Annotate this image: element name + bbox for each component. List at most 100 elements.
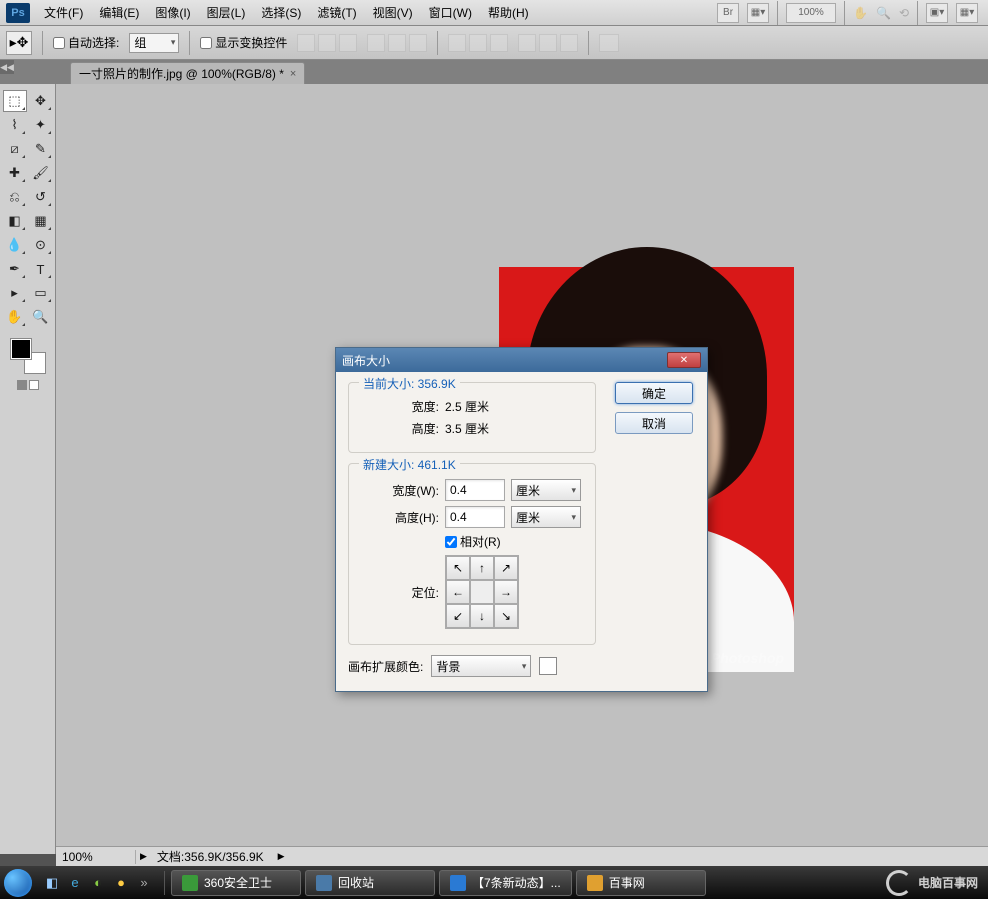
menu-file[interactable]: 文件(F) (36, 0, 91, 25)
extension-color-label: 画布扩展颜色: (348, 658, 423, 675)
distribute-buttons-2 (518, 34, 578, 52)
menu-image[interactable]: 图像(I) (147, 0, 198, 25)
lasso-tool[interactable]: ⌇ (3, 114, 27, 136)
dialog-close-button[interactable]: ✕ (667, 352, 701, 368)
anchor-nw[interactable]: ↖ (446, 556, 470, 580)
current-size-legend: 当前大小: 356.9K (359, 375, 460, 392)
menu-window[interactable]: 窗口(W) (421, 0, 480, 25)
anchor-sw[interactable]: ↙ (446, 604, 470, 628)
width-unit-select[interactable]: 厘米 (511, 479, 581, 501)
distribute-buttons-1 (448, 34, 508, 52)
move-tool[interactable]: ✥ (29, 90, 53, 112)
extension-color-select[interactable]: 背景 (431, 655, 531, 677)
auto-select-checkbox[interactable]: 自动选择: (53, 34, 119, 51)
document-tab[interactable]: 一寸照片的制作.jpg @ 100%(RGB/8) * × (70, 62, 305, 84)
rotate-icon[interactable]: ⟲ (899, 6, 909, 20)
windows-taskbar: ◧ e ◐ ● » 360安全卫士 回收站 【7条新动态】... 百事网 电脑百… (0, 866, 988, 899)
anchor-grid[interactable]: ↖ ↑ ↗ ← → ↙ ↓ ↘ (445, 555, 519, 629)
align-top[interactable] (297, 34, 315, 52)
show-transform-checkbox[interactable]: 显示变换控件 (200, 34, 287, 51)
gradient-tool[interactable]: ▦ (29, 210, 53, 232)
height-unit-select[interactable]: 厘米 (511, 506, 581, 528)
start-button[interactable] (0, 866, 36, 899)
status-bar: 100% ▶ 文档:356.9K/356.9K ▶ (56, 846, 988, 866)
auto-select-target[interactable]: 组 (129, 33, 179, 53)
task-recycle-bin[interactable]: 回收站 (305, 870, 435, 896)
zoom-tool[interactable]: 🔍 (29, 306, 53, 328)
document-tab-title: 一寸照片的制作.jpg @ 100%(RGB/8) * (79, 65, 284, 82)
cancel-button[interactable]: 取消 (615, 412, 693, 434)
eyedropper-tool[interactable]: ✎ (29, 138, 53, 160)
status-zoom[interactable]: 100% (56, 850, 136, 864)
menu-select[interactable]: 选择(S) (253, 0, 309, 25)
menu-bar: Ps 文件(F) 编辑(E) 图像(I) 图层(L) 选择(S) 滤镜(T) 视… (0, 0, 988, 26)
path-select-tool[interactable]: ▸ (3, 282, 27, 304)
current-size-group: 当前大小: 356.9K 宽度:2.5 厘米 高度:3.5 厘米 (348, 382, 596, 453)
screen-mode-button[interactable]: ▣▾ (926, 3, 948, 23)
dialog-title: 画布大小 (342, 352, 390, 369)
status-menu-icon[interactable]: ▶ (140, 851, 147, 862)
menu-filter[interactable]: 滤镜(T) (309, 0, 364, 25)
brush-tool[interactable]: 🖌 (29, 162, 53, 184)
marquee-tool[interactable]: ⬚ (3, 90, 27, 112)
relative-checkbox[interactable]: 相对(R) (445, 533, 501, 550)
hand-tool[interactable]: ✋ (3, 306, 27, 328)
auto-align-button[interactable] (599, 34, 619, 52)
blur-tool[interactable]: 💧 (3, 234, 27, 256)
close-tab-icon[interactable]: × (290, 68, 296, 80)
ok-button[interactable]: 确定 (615, 382, 693, 404)
canvas-area: Adobe Photoshop 画布大小 ✕ 确定 取消 当前大小: 356.9… (56, 84, 988, 854)
ql-icon-3[interactable]: ◐ (88, 872, 108, 894)
menu-view[interactable]: 视图(V) (365, 0, 421, 25)
type-tool[interactable]: T (29, 258, 53, 280)
quick-mask-toggle[interactable] (17, 380, 39, 390)
film-button[interactable]: ▦▾ (747, 3, 769, 23)
menu-help[interactable]: 帮助(H) (480, 0, 537, 25)
ql-ie-icon[interactable]: e (65, 872, 85, 894)
site-watermark: 电脑百事网 (886, 870, 988, 896)
heal-tool[interactable]: ✚ (3, 162, 27, 184)
anchor-se[interactable]: ↘ (494, 604, 518, 628)
ql-icon-1[interactable]: ◧ (42, 872, 62, 894)
align-buttons-1 (297, 34, 357, 52)
anchor-w[interactable]: ← (446, 580, 470, 604)
collapse-panels-icon[interactable]: ◀◀ (0, 60, 14, 74)
magic-wand-tool[interactable]: ✦ (29, 114, 53, 136)
move-tool-icon[interactable]: ▸✥ (6, 31, 32, 55)
dodge-tool[interactable]: ⊙ (29, 234, 53, 256)
zoom-level[interactable]: 100% (786, 3, 836, 23)
task-360[interactable]: 360安全卫士 (171, 870, 301, 896)
task-ie[interactable]: 【7条新动态】... (439, 870, 572, 896)
task-pconline[interactable]: 百事网 (576, 870, 706, 896)
new-size-group: 新建大小: 461.1K 宽度(W): 厘米 高度(H): 厘米 相对(R) (348, 463, 596, 645)
stamp-tool[interactable]: ⎌ (3, 186, 27, 208)
extension-color-swatch[interactable] (539, 657, 557, 675)
toolbox: ⬚ ✥ ⌇ ✦ ⧄ ✎ ✚ 🖌 ⎌ ↺ ◧ ▦ 💧 ⊙ ✒ T ▸ ▭ ✋ 🔍 (0, 84, 56, 854)
history-brush-tool[interactable]: ↺ (29, 186, 53, 208)
eraser-tool[interactable]: ◧ (3, 210, 27, 232)
dialog-titlebar[interactable]: 画布大小 ✕ (336, 348, 707, 372)
ql-expand-icon[interactable]: » (134, 872, 154, 894)
width-input[interactable] (445, 479, 505, 501)
menu-layer[interactable]: 图层(L) (199, 0, 254, 25)
height-input[interactable] (445, 506, 505, 528)
canvas-size-dialog: 画布大小 ✕ 确定 取消 当前大小: 356.9K 宽度:2.5 厘米 高度:3… (335, 347, 708, 692)
foreground-color-swatch[interactable] (10, 338, 32, 360)
pen-tool[interactable]: ✒ (3, 258, 27, 280)
anchor-center[interactable] (470, 580, 494, 604)
anchor-n[interactable]: ↑ (470, 556, 494, 580)
shape-tool[interactable]: ▭ (29, 282, 53, 304)
status-docinfo: 文档:356.9K/356.9K (147, 848, 274, 865)
ql-icon-4[interactable]: ● (111, 872, 131, 894)
color-swatches[interactable] (10, 338, 46, 374)
zoom-icon[interactable]: 🔍 (876, 6, 891, 20)
hand-icon[interactable]: ✋ (853, 6, 868, 20)
crop-tool[interactable]: ⧄ (3, 138, 27, 160)
bridge-button[interactable]: Br (717, 3, 739, 23)
status-info-menu-icon[interactable]: ▶ (278, 851, 285, 862)
anchor-s[interactable]: ↓ (470, 604, 494, 628)
workspace-button[interactable]: ▦▾ (956, 3, 978, 23)
anchor-ne[interactable]: ↗ (494, 556, 518, 580)
anchor-e[interactable]: → (494, 580, 518, 604)
menu-edit[interactable]: 编辑(E) (91, 0, 147, 25)
